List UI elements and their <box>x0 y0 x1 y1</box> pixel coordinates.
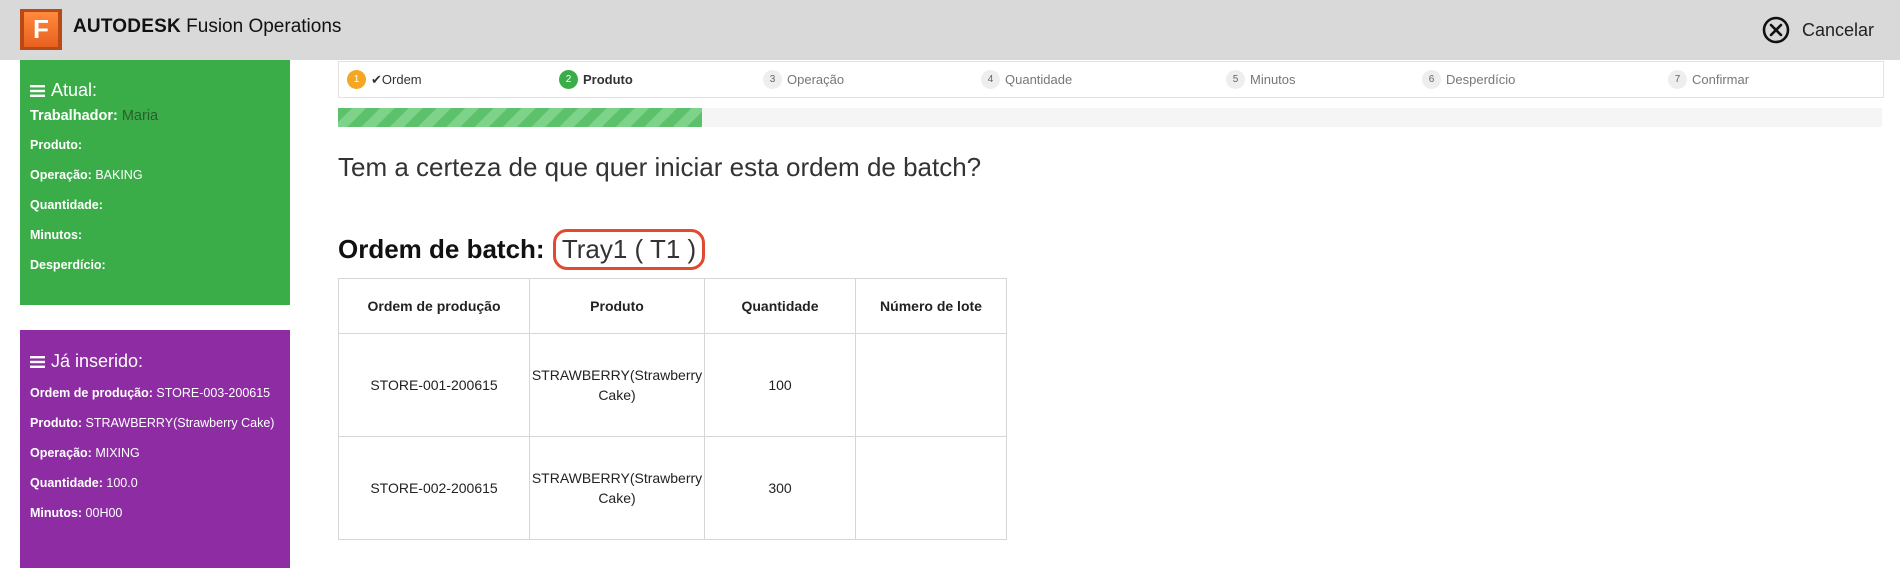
cell-quantity: 300 <box>704 436 856 540</box>
col-header-order: Ordem de produção <box>338 278 530 334</box>
step-label: Minutos <box>1250 72 1296 87</box>
current-product: Produto: <box>30 138 83 152</box>
step-label: Desperdício <box>1446 72 1516 87</box>
current-waste: Desperdício: <box>30 258 106 272</box>
cell-product: STRAWBERRY(Strawberry Cake) <box>529 436 705 540</box>
wizard-steps: 1 ✔Ordem 2 Produto 3 Operação 4 Quantida… <box>338 61 1884 98</box>
col-header-lot: Número de lote <box>855 278 1007 334</box>
cell-lot <box>855 333 1007 437</box>
step-ordem[interactable]: 1 ✔Ordem <box>347 70 422 89</box>
entered-product: Produto: STRAWBERRY(Strawberry Cake) <box>30 416 275 430</box>
step-number: 6 <box>1422 70 1441 89</box>
step-confirmar[interactable]: 7 Confirmar <box>1668 70 1749 89</box>
table-row: STORE-001-200615 STRAWBERRY(Strawberry C… <box>338 333 1007 437</box>
entered-panel-title: Já inserido: <box>30 351 290 372</box>
fusion-logo: F <box>20 9 62 50</box>
step-minutos[interactable]: 5 Minutos <box>1226 70 1296 89</box>
confirm-question: Tem a certeza de que quer iniciar esta o… <box>338 152 982 182</box>
batch-order-value: Tray1 ( T1 ) <box>552 229 706 270</box>
step-number: 7 <box>1668 70 1687 89</box>
cell-lot <box>855 436 1007 540</box>
batch-order-line: Ordem de batch: Tray1 ( T1 ) <box>338 229 706 270</box>
step-label: Quantidade <box>1005 72 1073 87</box>
col-header-product: Produto <box>529 278 705 334</box>
current-worker: Trabalhador: Maria <box>30 108 159 124</box>
entered-panel: Já inserido: Ordem de produção: STORE-00… <box>20 330 290 568</box>
cancel-label: Cancelar <box>1801 19 1874 40</box>
step-operacao[interactable]: 3 Operação <box>763 70 844 89</box>
step-number: 5 <box>1226 70 1245 89</box>
orders-table: Ordem de produção Produto Quantidade Núm… <box>338 278 1007 540</box>
app-title: AUTODESK Fusion Operations <box>73 16 341 38</box>
cancel-button[interactable]: Cancelar <box>1762 14 1874 46</box>
current-panel: Atual: Trabalhador: Maria Produto: Opera… <box>20 60 290 305</box>
circle-x-icon <box>1762 16 1790 44</box>
step-label: Confirmar <box>1692 72 1750 87</box>
progress-fill <box>338 108 703 127</box>
current-panel-title: Atual: <box>30 80 290 101</box>
step-number: 4 <box>981 70 1000 89</box>
logo-letter: F <box>24 12 58 47</box>
entered-minutes: Minutos: 00H00 <box>30 506 123 520</box>
entered-order: Ordem de produção: STORE-003-200615 <box>30 386 271 400</box>
check-icon: ✔ <box>371 71 382 87</box>
entered-operation: Operação: MIXING <box>30 446 140 460</box>
progress-bar <box>338 108 1882 127</box>
current-operation: Operação: BAKING <box>30 168 143 182</box>
brand-autodesk: AUTODESK <box>73 16 181 37</box>
cell-quantity: 100 <box>704 333 856 437</box>
col-header-quantity: Quantidade <box>704 278 856 334</box>
step-produto[interactable]: 2 Produto <box>559 70 633 89</box>
step-number: 1 <box>347 70 366 89</box>
step-label: Operação <box>787 72 845 87</box>
brand-product: Fusion Operations <box>180 16 342 37</box>
step-label: ✔Ordem <box>371 71 422 87</box>
batch-order-label: Ordem de batch: <box>338 234 545 264</box>
hamburger-icon <box>30 355 45 368</box>
entered-quantity: Quantidade: 100.0 <box>30 476 138 490</box>
step-number: 2 <box>559 70 578 89</box>
hamburger-icon <box>30 84 45 97</box>
cell-order: STORE-001-200615 <box>338 333 530 437</box>
entered-title-text: Já inserido: <box>51 351 144 371</box>
table-row: STORE-002-200615 STRAWBERRY(Strawberry C… <box>338 436 1007 540</box>
cell-order: STORE-002-200615 <box>338 436 530 540</box>
table-header-row: Ordem de produção Produto Quantidade Núm… <box>338 278 1007 334</box>
step-number: 3 <box>763 70 782 89</box>
step-label: Produto <box>583 72 633 87</box>
top-bar: F AUTODESK Fusion Operations Cancelar <box>0 0 1900 60</box>
step-quantidade[interactable]: 4 Quantidade <box>981 70 1072 89</box>
cell-product: STRAWBERRY(Strawberry Cake) <box>529 333 705 437</box>
current-minutes: Minutos: <box>30 228 83 242</box>
current-quantity: Quantidade: <box>30 198 103 212</box>
current-title-text: Atual: <box>51 80 98 100</box>
step-desperdicio[interactable]: 6 Desperdício <box>1422 70 1515 89</box>
